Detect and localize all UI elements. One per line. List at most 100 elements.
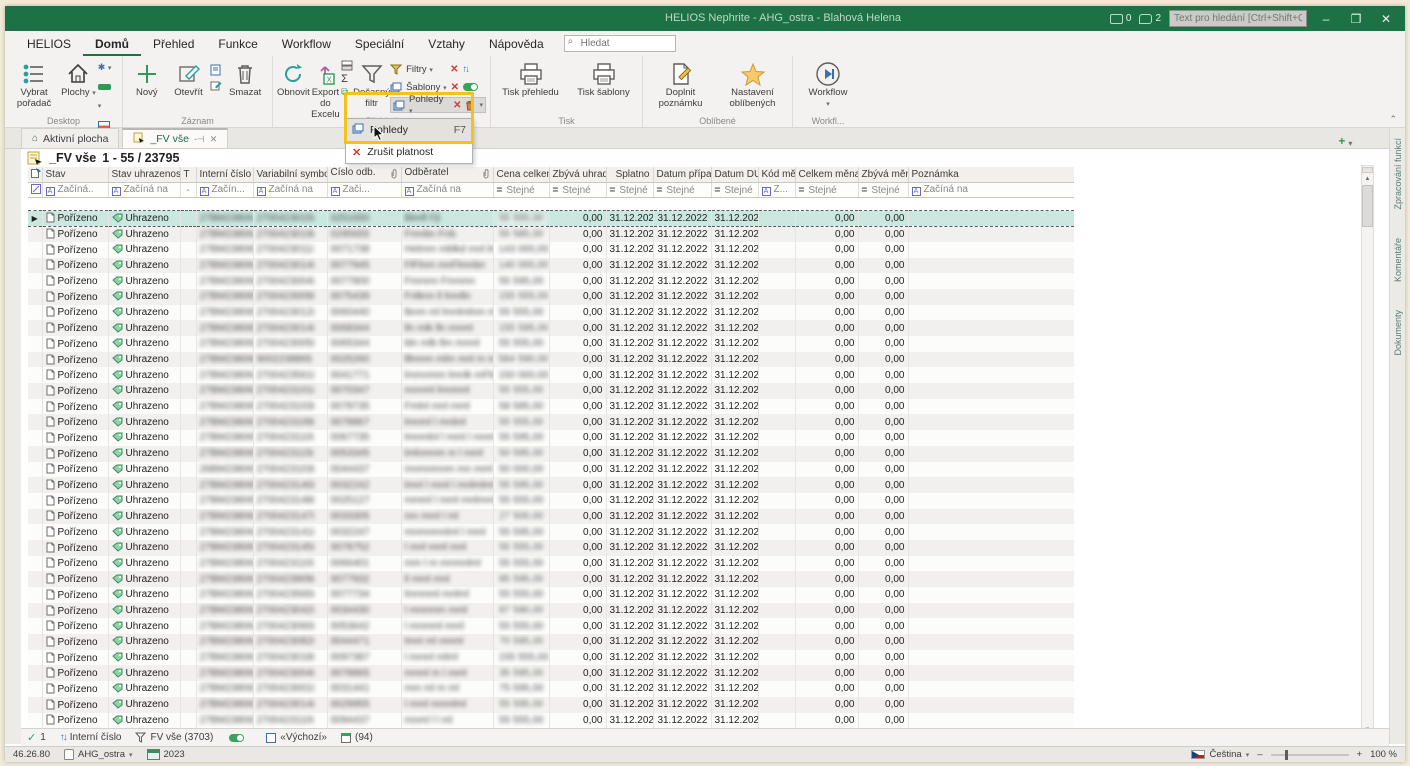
print-view-button[interactable]: Tisk přehledu <box>497 58 565 99</box>
zoom-slider[interactable] <box>1271 754 1349 756</box>
filter-cell-stav[interactable]: AZačíná.. <box>42 183 108 198</box>
filter-cell-cislo[interactable]: AZači... <box>327 183 401 198</box>
filter-cell-pripad[interactable]: =Stejné <box>653 183 711 198</box>
menu-item-funkce[interactable]: Funkce <box>206 33 269 56</box>
menu-item-vztahy[interactable]: Vztahy <box>416 33 477 56</box>
table-row[interactable]: PořízenoUhrazeno27BM23806462700423145i00… <box>28 540 1074 556</box>
desktops-button[interactable]: Plochy ▾ <box>59 58 98 99</box>
menu-option-zrušit-platnost[interactable]: ✕Zrušit platnost <box>346 141 472 163</box>
active-filter[interactable]: FV vše (3703) <box>135 732 213 743</box>
column-header-cena[interactable]: Cena celkem <box>493 167 549 183</box>
add-tab-button[interactable]: + <box>1338 134 1345 148</box>
column-header-splatno[interactable]: Splatno <box>606 167 653 183</box>
select-folder-button[interactable]: Vybrat pořadač <box>9 58 59 110</box>
filter-cell-odb[interactable]: AZačíná na <box>401 183 493 198</box>
clear-filter-icon[interactable]: ✕ <box>450 64 458 75</box>
database-selector[interactable]: AHG_ostra ▾ <box>64 749 133 760</box>
column-header-zbyva[interactable]: Zbývá uhradit <box>549 167 606 183</box>
filter-cell-uhr[interactable]: AZačíná na <box>108 183 180 198</box>
views-trash-icon[interactable] <box>465 100 475 111</box>
maximize-button[interactable]: ❐ <box>1345 12 1367 26</box>
ribbon-search-input[interactable] <box>564 35 676 52</box>
menu-item-workflow[interactable]: Workflow <box>270 33 343 56</box>
column-header-stav[interactable]: Stav <box>42 167 108 183</box>
notifications-badge[interactable]: 0 <box>1110 13 1132 24</box>
table-row[interactable]: PořízenoUhrazeno27BM23806432700423909i00… <box>28 571 1074 587</box>
view-alt[interactable]: (94) <box>341 732 373 743</box>
pin-tab-icon[interactable]: -⊣ <box>194 134 205 145</box>
zoom-out-button[interactable]: – <box>1257 749 1262 760</box>
column-header-celkem[interactable]: Celkem měna <box>795 167 858 183</box>
global-search-input[interactable] <box>1169 10 1307 27</box>
menu-item-domů[interactable]: Domů <box>83 33 141 56</box>
template-toggle[interactable] <box>463 83 478 91</box>
refresh-button[interactable]: Obnovit <box>277 58 310 99</box>
column-header-pripad[interactable]: Datum případu <box>653 167 711 183</box>
records-grid[interactable]: StavStav uhrazenostiTInterní číslo▽Varia… <box>28 167 1074 744</box>
workflow-button[interactable]: Workflow▾ <box>798 58 858 110</box>
column-header-odb[interactable]: Odběratel <box>401 167 493 183</box>
filter-cell-zbyva2[interactable]: =Stejné <box>858 183 908 198</box>
add-note-button[interactable]: Doplnit poznámku <box>650 58 712 110</box>
templates-row[interactable]: Šablony ▾ ✕ <box>390 79 486 95</box>
filter-cell-duzp[interactable]: =Stejné <box>711 183 758 198</box>
link-icon[interactable]: ⧉ <box>341 87 353 98</box>
menu-item-helios[interactable]: HELIOS <box>15 33 83 56</box>
filter-cell-kod[interactable]: AZ... <box>758 183 795 198</box>
sum-icon[interactable]: Σ <box>341 73 353 85</box>
menu-item-nápověda[interactable]: Nápověda <box>477 33 556 56</box>
table-row[interactable]: PořízenoUhrazeno27BM23806982700423012i00… <box>28 305 1074 321</box>
column-header-uhr[interactable]: Stav uhrazenosti <box>108 167 180 183</box>
column-header-cislo[interactable]: Číslo odb. <box>327 167 401 183</box>
table-row[interactable]: PořízenoUhrazeno27BM23806462700423004i00… <box>28 665 1074 681</box>
print-template-button[interactable]: Tisk šablony <box>571 58 637 99</box>
table-row[interactable]: PořízenoUhrazeno27BM23806422700423060i00… <box>28 618 1074 634</box>
filter-cell-pozn[interactable]: AZačíná na <box>908 183 1074 198</box>
scrollbar-split-handle[interactable] <box>1362 167 1373 173</box>
messages-badge[interactable]: 2 <box>1139 13 1161 24</box>
table-row[interactable]: PořízenoUhrazeno27BM23806442700423042i00… <box>28 603 1074 619</box>
table-row[interactable]: PořízenoUhrazeno27BM23806482700423565i00… <box>28 587 1074 603</box>
zoom-in-button[interactable]: + <box>1357 749 1363 760</box>
close-tab-icon[interactable]: ✕ <box>210 134 218 145</box>
filter-cell-vs[interactable]: AZačíná na <box>253 183 327 198</box>
pin-tools-icon[interactable]: ✱ ▾ <box>98 62 118 73</box>
filter-cell-cena[interactable]: =Stejné <box>493 183 549 198</box>
tab-_fv-vše[interactable]: _FV vše-⊣✕ <box>122 128 228 148</box>
menu-item-přehled[interactable]: Přehled <box>141 33 206 56</box>
open-button[interactable]: Otevřít <box>167 58 211 99</box>
doc-small-icon[interactable] <box>210 64 222 76</box>
footer-toggle[interactable] <box>229 734 244 742</box>
column-header-interni[interactable]: Interní číslo▽ <box>196 167 253 183</box>
table-row[interactable]: PořízenoUhrazeno27BM23806522700423014i00… <box>28 320 1074 336</box>
views-row[interactable]: Pohledy ▾ ✕ ▾ <box>390 97 486 113</box>
table-row[interactable]: PořízenoUhrazeno27BM23806372700423014i00… <box>28 697 1074 713</box>
edit-small-icon[interactable] <box>210 80 222 92</box>
table-row[interactable]: PořízenoUhrazeno27BM23806412700423082i00… <box>28 634 1074 650</box>
column-header-t[interactable]: T <box>180 167 196 183</box>
scroll-up-button[interactable]: ▲ <box>1365 174 1371 185</box>
table-row[interactable]: ▶PořízenoUhrazeno27BM23806452700423015i0… <box>28 211 1074 227</box>
filter-cell-splatno[interactable]: =Stejné <box>606 183 653 198</box>
column-header-vs[interactable]: Variabilní symbol <box>253 167 327 183</box>
menu-option-pohledy[interactable]: PohledyF7 <box>346 119 472 141</box>
sort-indicator[interactable]: ↑↓ Interní číslo <box>60 732 122 743</box>
filter-cell-zbyva[interactable]: =Stejné <box>549 183 606 198</box>
table-row[interactable]: PořízenoUhrazeno27BM23806382700423101i00… <box>28 383 1074 399</box>
table-row[interactable]: PořízenoUhrazeno27BM23806572700423103i00… <box>28 399 1074 415</box>
table-row[interactable]: PořízenoUhrazeno27BM23806332700423110i00… <box>28 713 1074 729</box>
selected-count[interactable]: ✓ 1 <box>27 731 46 744</box>
export-excel-button[interactable]: X Export do Excelu <box>310 58 341 121</box>
filter-cell-interni[interactable]: AZačín... <box>196 183 253 198</box>
new-button[interactable]: Nový <box>127 58 167 99</box>
year-selector[interactable]: 2023 <box>147 749 185 760</box>
sheet-small-icon[interactable] <box>341 60 353 71</box>
filter-sort-icon[interactable]: ↑↓ <box>462 64 468 75</box>
filters-row[interactable]: Filtry ▾ ✕ ↑↓ <box>390 61 486 77</box>
table-row[interactable]: PořízenoUhrazeno27BM23806452700423561i00… <box>28 367 1074 383</box>
table-row[interactable]: PořízenoUhrazeno26BM23806332700423103i00… <box>28 462 1074 478</box>
side-tab-dokumenty[interactable]: Dokumenty <box>1393 310 1403 356</box>
clear-view-icon[interactable]: ✕ <box>453 100 461 111</box>
tab-list-chevron[interactable]: ▾ <box>1348 139 1352 148</box>
table-row[interactable]: PořízenoUhrazeno27BM23806582700423140i00… <box>28 477 1074 493</box>
